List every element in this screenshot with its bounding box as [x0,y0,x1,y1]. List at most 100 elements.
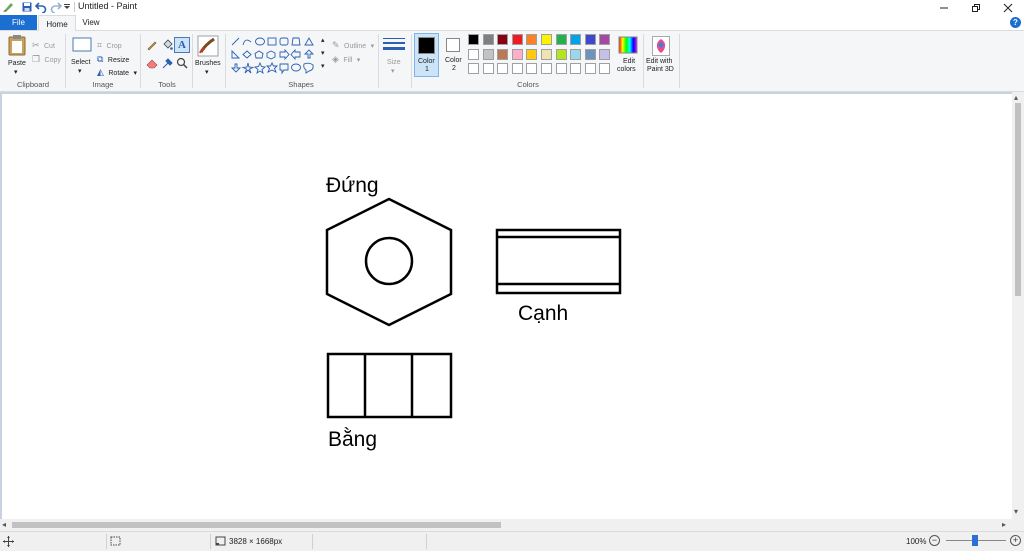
palette-swatch[interactable] [541,48,552,60]
color1-label-line1: Color [418,58,435,65]
rotate-button[interactable]: ◭ Rotate ▾ [97,62,137,80]
palette-swatch[interactable] [570,63,582,74]
scroll-down-icon[interactable]: ▾ [1014,507,1018,516]
chevron-up-icon[interactable]: ▴ [321,36,325,44]
palette-swatch[interactable] [584,48,596,60]
palette-swatch[interactable] [482,34,494,45]
edit-with-paint3d-button[interactable]: Edit with Paint 3D [645,34,677,78]
vertical-scroll-thumb[interactable] [1015,103,1021,296]
palette-swatch[interactable] [511,63,523,74]
palette-swatch[interactable] [526,48,538,60]
palette-swatch[interactable] [599,63,611,74]
palette-swatch[interactable] [555,34,567,45]
palette-swatch[interactable] [468,63,479,74]
redo-icon[interactable] [50,1,62,13]
help-icon[interactable]: ? [1010,17,1021,28]
color1-button[interactable]: Color 1 [414,33,439,77]
brush-icon [197,35,219,57]
palette-swatch[interactable] [584,63,596,74]
shapes-gallery[interactable] [230,36,320,76]
select-button[interactable]: Select ▾ [70,35,94,77]
zoom-slider-thumb[interactable] [972,535,978,546]
palette-swatch[interactable] [526,34,538,45]
ribbon-separator [192,34,193,88]
window-title: Untitled - Paint [78,1,138,11]
palette-swatch[interactable] [482,48,494,60]
edit-colors-button[interactable]: Edit colors [615,34,641,78]
horizontal-scroll-thumb[interactable] [12,522,501,528]
scroll-up-icon[interactable]: ▴ [1014,93,1018,102]
select-label: Select [71,59,91,66]
palette-swatch[interactable] [570,34,582,45]
palette-swatch[interactable] [599,48,611,60]
cut-button[interactable]: ✂ Cut [32,35,55,50]
canvas-drawing [325,197,622,419]
tab-home[interactable]: Home [38,15,76,32]
color-picker-icon[interactable] [161,57,173,69]
color2-button[interactable]: Color 2 [442,33,467,77]
size-label: Size [387,59,401,66]
palette-swatch[interactable] [555,48,567,60]
chevron-down-icon: ▾ [356,57,361,64]
palette-swatch[interactable] [497,48,509,60]
group-label-image: Image [92,80,114,89]
eraser-icon[interactable] [146,57,158,69]
horizontal-scrollbar[interactable]: ◂ ▸ [0,519,1012,531]
pencil-icon[interactable] [146,39,158,51]
palette-swatch[interactable] [541,34,552,45]
zoom-out-icon[interactable]: − [929,535,940,546]
color-palette [468,34,614,78]
zoom-in-icon[interactable]: + [1010,535,1021,546]
group-label-clipboard: Clipboard [16,80,50,89]
close-button[interactable] [992,0,1024,15]
color1-label-line2: 1 [425,66,429,73]
scroll-left-icon[interactable]: ◂ [2,520,6,529]
palette-swatch[interactable] [584,34,596,45]
palette-swatch[interactable] [482,63,494,74]
rotate-icon: ◭ [97,67,104,77]
undo-icon[interactable] [35,1,47,13]
ribbon-home: Paste ▾ ✂ Cut ❐ Copy Clipboard Select ▾ … [0,31,1024,92]
size-button[interactable]: Size ▾ [381,35,407,77]
customize-dropdown-icon[interactable] [63,1,71,13]
palette-swatch[interactable] [511,34,523,45]
tab-file[interactable]: File [0,15,37,30]
chevron-down-icon[interactable]: ▾ [321,49,325,57]
group-label-shapes: Shapes [288,80,314,89]
tab-view[interactable]: View [74,15,108,30]
palette-swatch[interactable] [468,48,479,60]
palette-swatch[interactable] [555,63,567,74]
ribbon-separator [411,34,412,88]
more-shapes-icon[interactable]: ▾ [321,62,325,70]
scroll-right-icon[interactable]: ▸ [1002,520,1006,529]
fill-bucket-icon[interactable] [161,39,173,51]
vertical-scrollbar[interactable]: ▴ ▾ [1012,92,1024,519]
image-size-text: 3828 × 1668px [229,537,283,546]
edit-colors-label-line2: colors [617,66,636,73]
palette-swatch[interactable] [541,63,552,74]
text-tool-icon[interactable]: A [174,37,190,53]
copy-button[interactable]: ❐ Copy [32,49,61,64]
group-label-colors: Colors [517,80,539,89]
palette-swatch[interactable] [511,48,523,60]
color1-swatch [418,37,435,54]
paste-button[interactable]: Paste ▾ [4,34,30,78]
status-divider [426,534,427,549]
restore-button[interactable] [960,0,992,15]
palette-swatch[interactable] [599,34,611,45]
palette-swatch[interactable] [468,34,479,45]
palette-swatch[interactable] [570,48,582,60]
minimize-button[interactable] [928,0,960,15]
paint-app-icon[interactable] [2,1,14,13]
drawing-canvas[interactable]: Đứng Cạnh Bằng [2,94,1012,519]
magnifier-icon[interactable] [176,57,188,69]
ribbon-separator [225,34,226,88]
save-icon[interactable] [21,1,33,13]
palette-swatch[interactable] [526,63,538,74]
palette-swatch[interactable] [497,63,509,74]
palette-swatch[interactable] [497,34,509,45]
color-wheel-icon [618,36,638,54]
selection-size-icon [110,536,121,546]
fill-dropdown[interactable]: ◈ Fill ▾ [332,49,360,67]
brushes-button[interactable]: Brushes ▾ [195,34,221,78]
